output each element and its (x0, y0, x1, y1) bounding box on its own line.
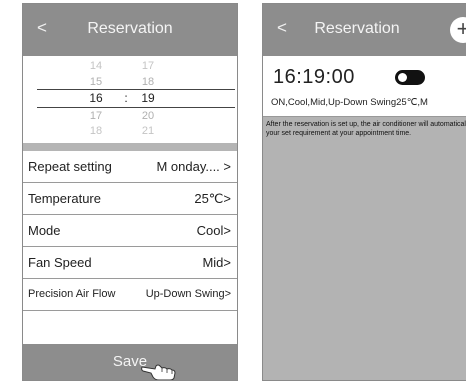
setting-value: Up-Down Swing> (145, 288, 231, 300)
picker-row[interactable]: 15 18 (23, 76, 237, 89)
setting-mode[interactable]: Mode Cool> (23, 215, 237, 247)
setting-label: Repeat setting (28, 159, 112, 174)
page-title: Reservation (87, 20, 173, 37)
picker-separator: : (124, 91, 128, 105)
picker-row[interactable]: 18 21 (23, 125, 237, 138)
settings-list: Repeat setting M onday.... > Temperature… (23, 151, 237, 311)
reservation-edit-screen: < Reservation 14 17 15 18 16 : 19 17 20 … (22, 3, 238, 381)
selection-line-bottom (37, 107, 235, 108)
picker-row-selected[interactable]: 16 : 19 (23, 92, 237, 105)
setting-label: Precision Air Flow (28, 288, 116, 300)
page-title: Reservation (314, 20, 400, 37)
picker-minute: 21 (141, 125, 155, 137)
picker-hour: 17 (89, 110, 103, 122)
header-bar: < Reservation (23, 4, 237, 56)
setting-fan-speed[interactable]: Fan Speed Mid> (23, 247, 237, 279)
reservation-toggle[interactable] (395, 70, 425, 85)
time-picker[interactable]: 14 17 15 18 16 : 19 17 20 18 21 (23, 56, 237, 143)
setting-label: Mode (28, 223, 61, 238)
section-divider (23, 143, 237, 151)
save-button[interactable]: Save (23, 344, 237, 380)
setting-air-flow[interactable]: Precision Air Flow Up-Down Swing> (23, 279, 237, 311)
toggle-knob (398, 73, 407, 82)
picker-row[interactable]: 17 20 (23, 110, 237, 123)
picker-minute: 17 (141, 60, 155, 72)
setting-value: 25℃> (194, 191, 231, 206)
reservation-note: After the reservation is set up, the air… (266, 121, 466, 137)
reservation-time: 16:19:00 (273, 66, 355, 88)
pointing-hand-icon (141, 364, 176, 380)
picker-hour: 14 (89, 60, 103, 72)
picker-hour: 15 (89, 76, 103, 88)
setting-repeat[interactable]: Repeat setting M onday.... > (23, 151, 237, 183)
divider (263, 116, 466, 117)
picker-minute: 18 (141, 76, 155, 88)
reservation-summary: ON,Cool,Mid,Up-Down Swing25℃,M (271, 97, 428, 108)
setting-label: Fan Speed (28, 255, 92, 270)
setting-temperature[interactable]: Temperature 25℃> (23, 183, 237, 215)
picker-row[interactable]: 14 17 (23, 60, 237, 73)
setting-value: M onday.... > (156, 159, 231, 174)
add-reservation-button[interactable]: + (450, 17, 466, 43)
setting-value: Mid> (202, 255, 231, 270)
picker-hour-selected: 16 (89, 91, 103, 105)
picker-minute: 20 (141, 110, 155, 122)
selection-line-top (37, 89, 235, 90)
header-bar: < Reservation + (263, 4, 466, 56)
picker-minute-selected: 19 (141, 91, 155, 105)
picker-hour: 18 (89, 125, 103, 137)
setting-label: Temperature (28, 191, 101, 206)
setting-value: Cool> (196, 223, 231, 238)
reservation-item[interactable]: 16:19:00 ON,Cool,Mid,Up-Down Swing25℃,M (263, 56, 466, 116)
reservation-list-screen: < Reservation + 16:19:00 ON,Cool,Mid,Up-… (262, 3, 466, 381)
